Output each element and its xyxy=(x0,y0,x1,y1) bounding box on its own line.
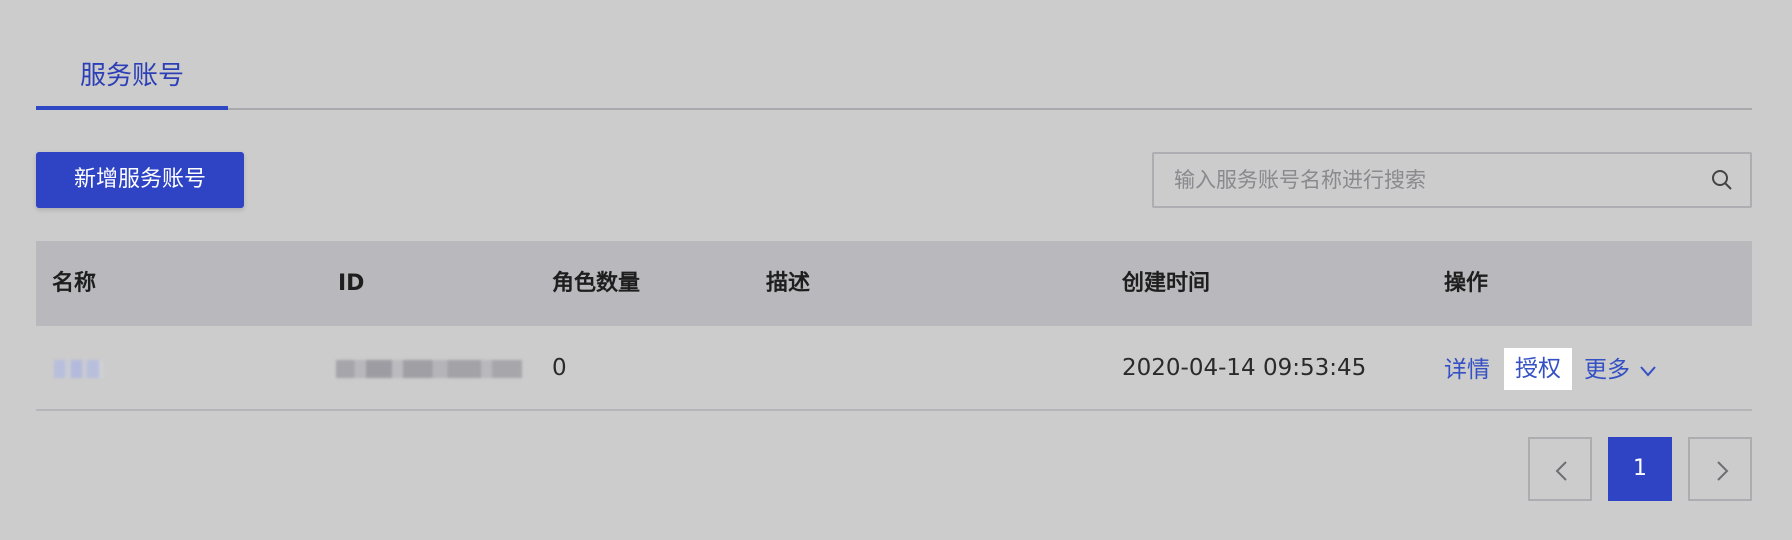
column-header-name: 名称 xyxy=(52,271,97,296)
next-page-button[interactable] xyxy=(1688,437,1752,501)
account-id xyxy=(336,360,522,378)
tab-bar: 服务账号 xyxy=(36,0,1752,110)
column-header-id: ID xyxy=(338,271,365,296)
detail-link[interactable]: 详情 xyxy=(1444,350,1490,390)
created-at: 2020-04-14 09:53:45 xyxy=(1122,355,1367,381)
row-actions: 详情 授权 更多 xyxy=(1444,326,1744,410)
column-header-description: 描述 xyxy=(766,271,811,296)
column-header-actions: 操作 xyxy=(1444,271,1489,296)
table-row: 0 2020-04-14 09:53:45 详情 授权 更多 xyxy=(36,326,1752,411)
authorize-link[interactable]: 授权 xyxy=(1504,348,1572,390)
prev-page-button[interactable] xyxy=(1528,437,1592,501)
more-dropdown[interactable]: 更多 xyxy=(1584,350,1657,390)
table-header: 名称 ID 角色数量 描述 创建时间 操作 xyxy=(36,241,1752,326)
account-name-link[interactable] xyxy=(54,360,104,378)
page-number-current[interactable]: 1 xyxy=(1608,437,1672,501)
search-input[interactable] xyxy=(1174,154,1694,206)
role-count: 0 xyxy=(552,355,567,381)
more-label: 更多 xyxy=(1584,357,1630,383)
search-icon[interactable] xyxy=(1710,168,1734,192)
column-header-role-count: 角色数量 xyxy=(552,271,641,296)
tab-service-accounts[interactable]: 服务账号 xyxy=(36,58,228,110)
add-service-account-button[interactable]: 新增服务账号 xyxy=(36,152,244,208)
column-header-created-at: 创建时间 xyxy=(1122,271,1211,296)
chevron-down-icon xyxy=(1637,357,1657,383)
search-box xyxy=(1152,152,1752,208)
